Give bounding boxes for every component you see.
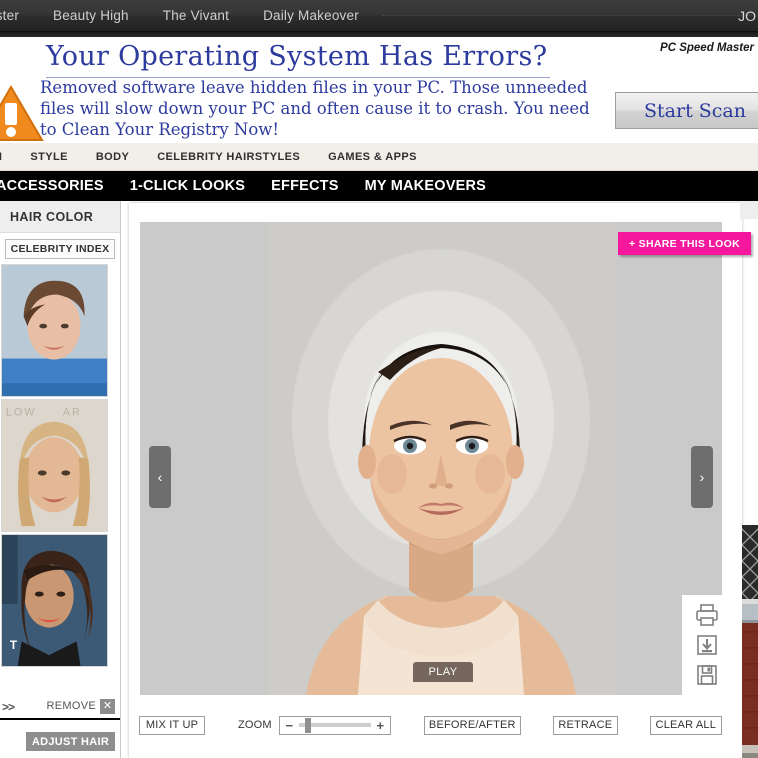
site-nav-item-body[interactable]: BODY [82, 151, 143, 163]
previous-look-button[interactable]: ‹ [149, 446, 171, 508]
makeover-toolbar: MIX IT UP ZOOM − + BEFORE/AFTER RETRACE … [129, 708, 742, 742]
sidebar-remove-row: REMOVE ✕ [0, 694, 120, 720]
zoom-slider-box: − + [278, 715, 391, 735]
mix-it-up-button[interactable]: MIX IT UP [139, 715, 205, 735]
remove-label[interactable]: REMOVE [47, 700, 96, 712]
partner-bar: aster Beauty High The Vivant Daily Makeo… [0, 0, 758, 32]
model-portrait-illustration [306, 344, 576, 695]
share-this-look-button[interactable]: + SHARE THIS LOOK [618, 232, 751, 255]
partner-link-beauty-high[interactable]: Beauty High [36, 0, 146, 32]
model-photo[interactable] [266, 222, 616, 695]
close-icon[interactable]: ✕ [100, 698, 115, 714]
makeover-canvas[interactable]: ‹ › PLAY [140, 222, 722, 695]
partner-bar-divider [381, 15, 752, 16]
canvas-tools [682, 595, 731, 695]
partner-link-aster[interactable]: aster [0, 0, 36, 32]
play-button[interactable]: PLAY [413, 662, 473, 682]
site-nav-item-n[interactable]: N [0, 151, 16, 163]
download-icon[interactable] [695, 634, 719, 656]
celebrity-thumb-2[interactable]: LOW AR [1, 399, 108, 532]
app-nav-item-effects[interactable]: EFFECTS [258, 178, 351, 194]
app-nav-item-my-makeovers[interactable]: MY MAKEOVERS [352, 178, 499, 194]
zoom-label: ZOOM [238, 719, 272, 731]
celebrity-thumb-3[interactable]: T [1, 534, 108, 667]
app-navigation: ACCESSORIES 1-CLICK LOOKS EFFECTS MY MAK… [0, 171, 758, 201]
edge-advertisement[interactable] [742, 525, 758, 758]
adjust-hair-button[interactable]: ADJUST HAIR [26, 732, 115, 751]
print-icon[interactable] [695, 604, 719, 626]
app-nav-item-accessories[interactable]: ACCESSORIES [0, 178, 117, 194]
retrace-button[interactable]: RETRACE [552, 715, 618, 735]
app-nav-item-1-click-looks[interactable]: 1-CLICK LOOKS [117, 178, 258, 194]
warning-triangle-icon [0, 85, 44, 143]
right-gutter-top [740, 201, 758, 219]
before-after-button[interactable]: BEFORE/AFTER [423, 715, 521, 735]
celebrity-thumb-1[interactable] [1, 264, 108, 397]
makeover-main-panel: ‹ › PLAY + SHARE THIS LOOK [129, 203, 751, 758]
partner-link-daily-makeover[interactable]: Daily Makeover [246, 0, 376, 32]
zoom-in-button[interactable]: + [371, 717, 390, 734]
zoom-slider-handle[interactable] [304, 717, 311, 733]
svg-text:AR: AR [63, 407, 82, 419]
ad-body-text: Removed software leave hidden files in y… [40, 78, 590, 139]
site-nav-item-style[interactable]: STYLE [16, 151, 81, 163]
celebrity-index-wrap: CELEBRITY INDEX [0, 233, 120, 264]
save-disk-icon[interactable] [695, 664, 719, 686]
celebrity-index-button[interactable]: CELEBRITY INDEX [5, 239, 115, 259]
page-root: aster Beauty High The Vivant Daily Makeo… [0, 0, 758, 758]
svg-text:LOW: LOW [6, 407, 36, 419]
ad-headline: Your Operating System Has Errors? [46, 41, 548, 72]
svg-text:T: T [10, 639, 18, 652]
ad-brand-label: PC Speed Master [660, 42, 754, 54]
hair-color-sidebar: HAIR COLOR CELEBRITY INDEX LOW AR T >> R… [0, 201, 121, 758]
sidebar-header: HAIR COLOR [0, 201, 120, 233]
start-scan-button[interactable]: Start Scan [615, 92, 758, 129]
zoom-control: ZOOM − + [238, 715, 391, 735]
site-nav-item-games-apps[interactable]: GAMES & APPS [314, 151, 431, 163]
join-link[interactable]: JO [738, 0, 758, 32]
partner-links: aster Beauty High The Vivant Daily Makeo… [0, 0, 376, 31]
site-navigation: N STYLE BODY CELEBRITY HAIRSTYLES GAMES … [0, 143, 758, 171]
clear-all-button[interactable]: CLEAR ALL [649, 715, 722, 735]
zoom-slider[interactable] [298, 717, 371, 734]
next-look-button[interactable]: › [691, 446, 713, 508]
site-nav-item-celebrity-hairstyles[interactable]: CELEBRITY HAIRSTYLES [143, 151, 314, 163]
partner-link-the-vivant[interactable]: The Vivant [146, 0, 246, 32]
zoom-out-button[interactable]: − [280, 717, 299, 734]
advertisement-banner[interactable]: Your Operating System Has Errors? Remove… [0, 37, 758, 143]
